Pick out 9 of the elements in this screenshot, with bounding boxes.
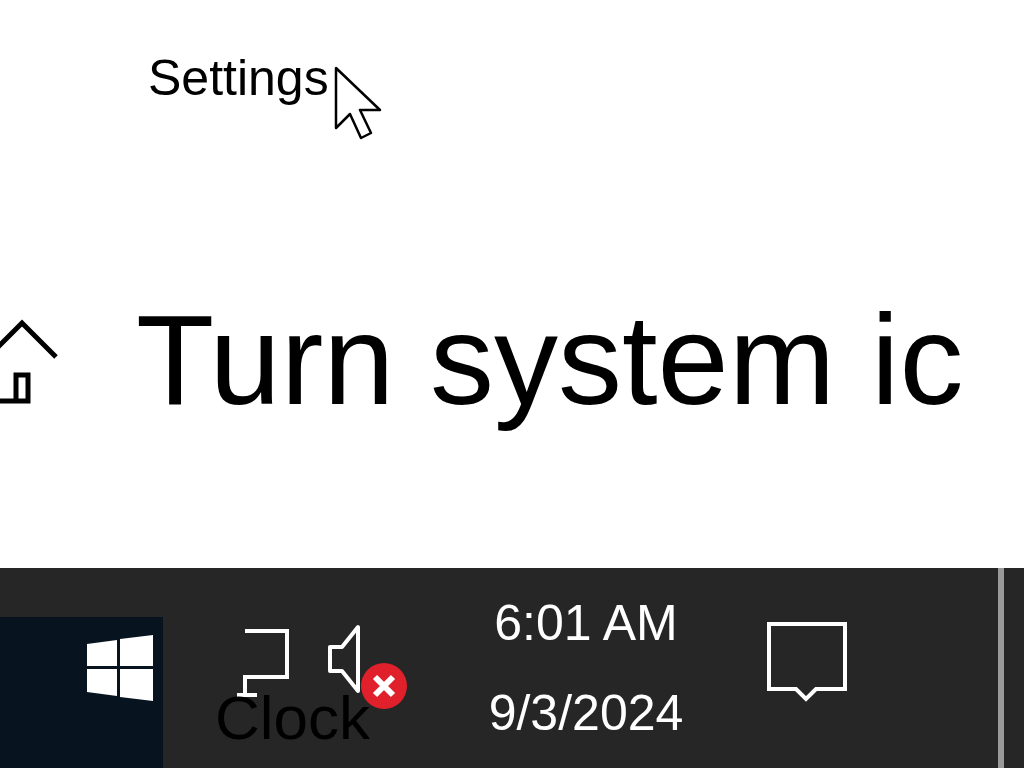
start-button[interactable]	[0, 617, 163, 768]
clock-date: 9/3/2024	[488, 684, 684, 743]
window-title: Settings	[148, 50, 329, 106]
clock-time: 6:01 AM	[494, 594, 678, 653]
notifications-icon[interactable]	[766, 621, 848, 703]
mouse-pointer-icon	[334, 66, 384, 141]
windows-logo-icon	[87, 635, 153, 701]
page-heading: Turn system ic	[136, 290, 964, 430]
clock-button[interactable]: 6:01 AM 9/3/2024	[466, 578, 706, 758]
